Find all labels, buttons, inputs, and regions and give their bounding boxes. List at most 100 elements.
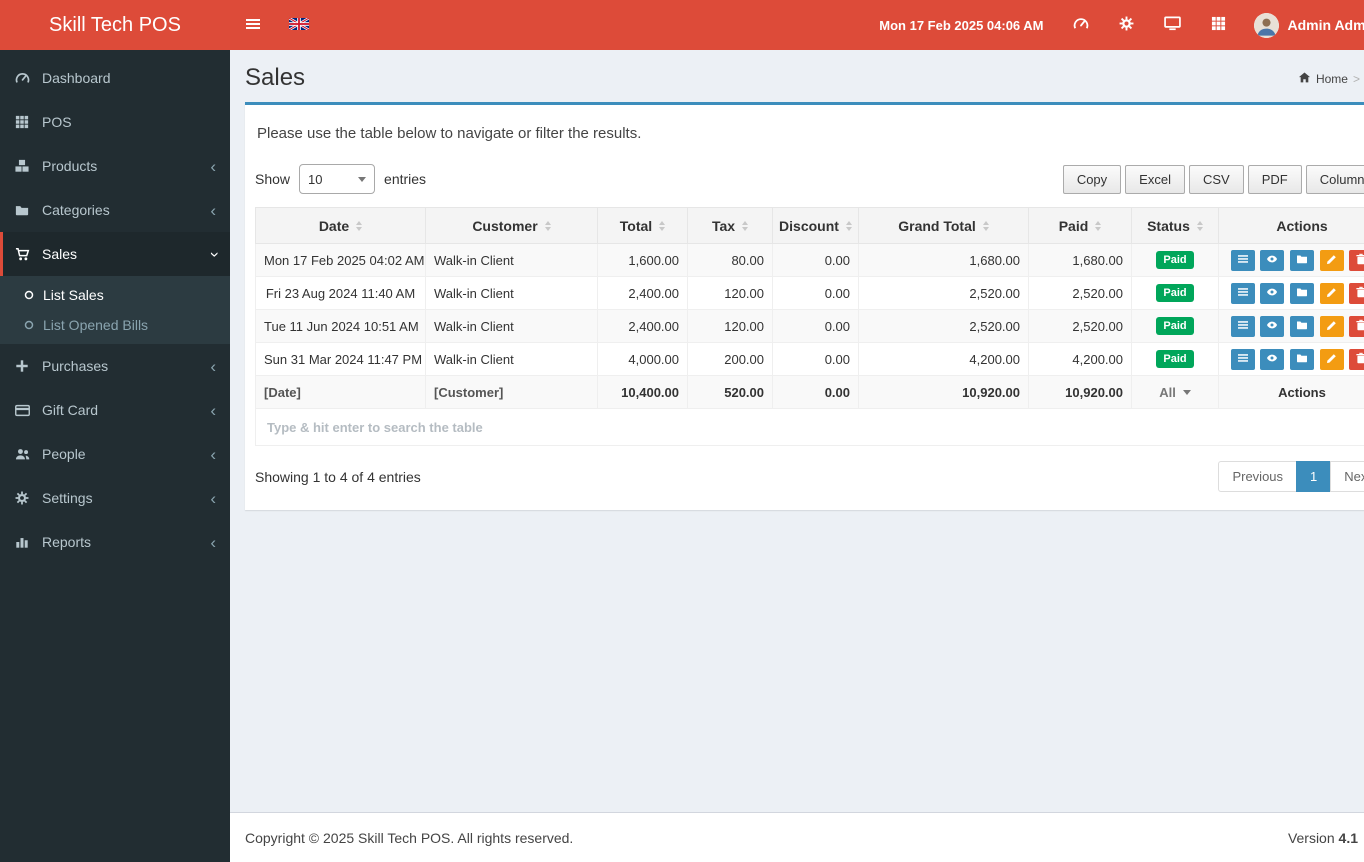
sidebar-item-dashboard[interactable]: Dashboard [0, 56, 230, 100]
cell-paid: 2,520.00 [1028, 309, 1132, 343]
trash-icon [1355, 352, 1364, 367]
sidebar-item-categories[interactable]: Categories [0, 188, 230, 232]
sidebar-item-people[interactable]: People [0, 432, 230, 476]
col-header-date[interactable]: Date [255, 207, 426, 244]
chevron-left-icon [210, 158, 216, 175]
sort-icon [659, 220, 666, 231]
sidebar-item-settings[interactable]: Settings [0, 476, 230, 520]
gear-icon [15, 491, 42, 505]
dashboard-shortcut-button[interactable] [1058, 0, 1104, 50]
sidebar-item-sales[interactable]: Sales [0, 232, 230, 276]
caret-down-icon [1182, 389, 1191, 395]
pagination-next[interactable]: Next [1330, 461, 1364, 492]
delete-button[interactable] [1349, 249, 1364, 271]
app-logo[interactable]: Skill Tech POS [0, 0, 230, 50]
pdf-button[interactable]: PDF [1247, 164, 1302, 194]
grid-icon [1211, 16, 1226, 34]
footer-discount: 0.00 [772, 375, 859, 409]
footer-total: 10,400.00 [597, 375, 688, 409]
col-header-total[interactable]: Total [597, 207, 688, 244]
view-button[interactable] [1260, 249, 1285, 271]
top-navbar: Skill Tech POS Mon 17 Feb 2025 04:06 AM [0, 0, 1364, 50]
table-row: Mon 17 Feb 2025 04:02 AM Walk-in Client … [255, 243, 1364, 277]
detail-button[interactable] [1230, 315, 1255, 337]
delete-button[interactable] [1349, 282, 1364, 304]
sidebar-item-products[interactable]: Products [0, 144, 230, 188]
monitor-icon [1164, 15, 1181, 35]
grid-icon [15, 115, 42, 129]
view-button[interactable] [1260, 348, 1285, 370]
apps-menu-button[interactable] [1196, 0, 1242, 50]
edit-button[interactable] [1319, 315, 1344, 337]
sidebar-label: Dashboard [42, 70, 111, 86]
trash-icon [1355, 319, 1364, 334]
col-header-grand-total[interactable]: Grand Total [858, 207, 1029, 244]
sidebar-label: List Opened Bills [43, 317, 149, 333]
sidebar-item-purchases[interactable]: Purchases [0, 344, 230, 388]
csv-button[interactable]: CSV [1188, 164, 1244, 194]
breadcrumb-separator: > [1352, 72, 1360, 86]
detail-button[interactable] [1230, 348, 1255, 370]
pos-display-button[interactable] [1150, 0, 1196, 50]
col-header-customer[interactable]: Customer [425, 207, 598, 244]
copy-button[interactable]: Copy [1062, 164, 1122, 194]
cell-actions [1218, 276, 1364, 310]
circle-icon [24, 287, 34, 303]
cell-total: 1,600.00 [597, 243, 688, 277]
col-header-tax[interactable]: Tax [687, 207, 773, 244]
cell-date: Mon 17 Feb 2025 04:02 AM [255, 243, 426, 277]
user-menu[interactable]: Admin Admin [1242, 12, 1364, 38]
sidebar-item-gift-card[interactable]: Gift Card [0, 388, 230, 432]
status-badge: Paid [1156, 284, 1194, 302]
folder-icon [1296, 319, 1308, 334]
payments-button[interactable] [1290, 282, 1314, 304]
sidebar-label: Reports [42, 534, 92, 550]
payments-button[interactable] [1290, 249, 1314, 271]
sidebar-toggle-button[interactable] [230, 0, 276, 50]
sidebar-item-list-opened-bills[interactable]: List Opened Bills [0, 310, 230, 340]
table-search-input[interactable] [256, 409, 1364, 445]
edit-button[interactable] [1319, 348, 1344, 370]
col-header-status[interactable]: Status [1131, 207, 1219, 244]
user-avatar [1253, 12, 1279, 38]
cell-paid: 2,520.00 [1028, 276, 1132, 310]
col-header-discount[interactable]: Discount [772, 207, 859, 244]
col-header-paid[interactable]: Paid [1028, 207, 1132, 244]
bar-chart-icon [15, 535, 42, 549]
detail-button[interactable] [1230, 249, 1255, 271]
footer-actions-label: Actions [1218, 375, 1364, 409]
excel-button[interactable]: Excel [1125, 164, 1185, 194]
settings-shortcut-button[interactable] [1104, 0, 1150, 50]
chevron-down-icon [210, 246, 216, 263]
pagination-page-1[interactable]: 1 [1296, 461, 1332, 492]
cell-customer: Walk-in Client [425, 243, 598, 277]
page-size-select[interactable]: 10 [299, 164, 376, 194]
language-selector[interactable] [276, 0, 322, 50]
view-button[interactable] [1260, 315, 1285, 337]
sidebar-item-reports[interactable]: Reports [0, 520, 230, 564]
breadcrumb: Home > Sales [1298, 71, 1364, 92]
sort-icon [1196, 220, 1203, 231]
pagination-previous[interactable]: Previous [1218, 461, 1298, 492]
status-filter-select[interactable]: All [1159, 385, 1191, 400]
edit-button[interactable] [1319, 282, 1344, 304]
delete-button[interactable] [1349, 315, 1364, 337]
edit-button[interactable] [1319, 249, 1344, 271]
edit-icon [1326, 319, 1338, 334]
columns-button[interactable]: Columns [1305, 164, 1364, 194]
cell-customer: Walk-in Client [425, 309, 598, 343]
sidebar-item-list-sales[interactable]: List Sales [0, 280, 230, 310]
delete-button[interactable] [1349, 348, 1364, 370]
navbar-right: Mon 17 Feb 2025 04:06 AM Admin Admin [865, 0, 1364, 50]
detail-button[interactable] [1230, 282, 1255, 304]
view-button[interactable] [1260, 282, 1285, 304]
breadcrumb-home-link[interactable]: Home [1316, 72, 1348, 86]
sidebar-item-pos[interactable]: POS [0, 100, 230, 144]
cell-tax: 120.00 [687, 309, 773, 343]
chevron-left-icon [210, 202, 216, 219]
cell-date: Tue 11 Jun 2024 10:51 AM [255, 309, 426, 343]
cell-discount: 0.00 [772, 276, 859, 310]
payments-button[interactable] [1290, 348, 1314, 370]
payments-button[interactable] [1290, 315, 1314, 337]
sort-icon [544, 220, 551, 231]
